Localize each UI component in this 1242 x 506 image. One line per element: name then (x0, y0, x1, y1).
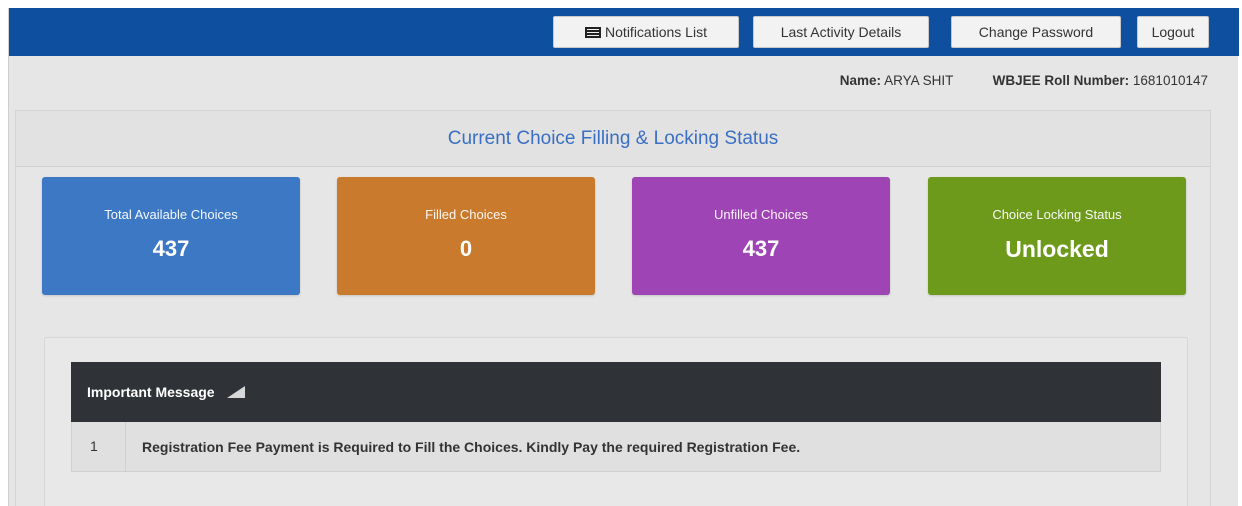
choice-locking-status-card: Choice Locking Status Unlocked (928, 177, 1186, 295)
user-info: Name: ARYA SHIT WBJEE Roll Number: 16810… (840, 73, 1208, 88)
top-navbar: Notifications List Last Activity Details… (9, 8, 1239, 56)
important-message-table: Important Message 1 Registration Fee Pay… (71, 362, 1161, 472)
last-activity-label: Last Activity Details (780, 24, 902, 40)
notifications-list-label: Notifications List (605, 24, 707, 40)
card-value: 437 (742, 236, 780, 261)
megaphone-icon (226, 386, 245, 398)
important-message-header: Important Message (71, 362, 1161, 422)
card-value: 437 (152, 236, 190, 261)
name-label: Name: (839, 73, 882, 88)
status-panel-title: Current Choice Filling & Locking Status (16, 111, 1210, 167)
change-password-button[interactable]: Change Password (951, 16, 1121, 48)
important-message-box: Important Message 1 Registration Fee Pay… (44, 337, 1188, 506)
card-label: Unfilled Choices (714, 207, 808, 222)
filled-choices-card: Filled Choices 0 (337, 177, 595, 295)
logout-button[interactable]: Logout (1137, 16, 1209, 48)
table-row: 1 Registration Fee Payment is Required t… (71, 422, 1161, 472)
logout-label: Logout (1151, 24, 1195, 40)
page-shell: Notifications List Last Activity Details… (8, 8, 1239, 506)
roll-number-label: WBJEE Roll Number: (992, 73, 1130, 88)
unfilled-choices-card: Unfilled Choices 437 (632, 177, 890, 295)
name-value: ARYA SHIT (884, 73, 954, 88)
last-activity-button[interactable]: Last Activity Details (753, 16, 929, 48)
choice-status-panel: Current Choice Filling & Locking Status … (15, 110, 1211, 506)
card-value: Unlocked (1005, 236, 1109, 262)
notifications-list-button[interactable]: Notifications List (553, 16, 739, 48)
card-label: Total Available Choices (104, 207, 238, 222)
roll-number-value: 1681010147 (1132, 73, 1208, 88)
card-label: Choice Locking Status (992, 207, 1122, 222)
important-message-title: Important Message (87, 384, 215, 400)
change-password-label: Change Password (978, 24, 1094, 40)
message-number: 1 (72, 422, 126, 471)
total-available-choices-card: Total Available Choices 437 (42, 177, 300, 295)
list-icon (585, 27, 602, 38)
card-label: Filled Choices (425, 207, 507, 222)
card-value: 0 (459, 236, 473, 261)
message-text: Registration Fee Payment is Required to … (142, 438, 801, 455)
